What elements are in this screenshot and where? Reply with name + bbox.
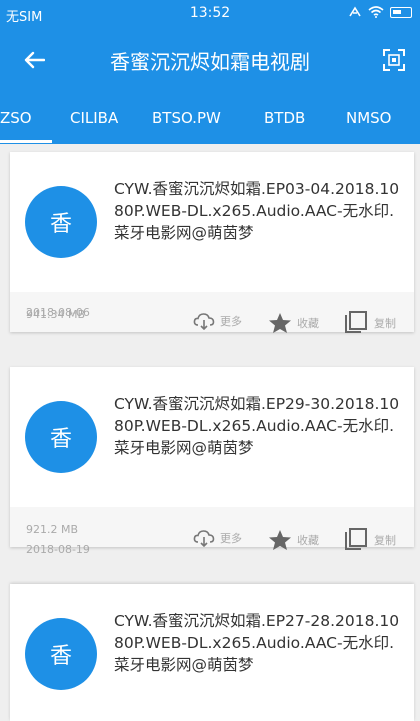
result-title[interactable]: CYW.香蜜沉沉烬如霜.EP29-30.2018.1080P.WEB-DL.x2… — [114, 393, 404, 459]
result-card[interactable]: 香 CYW.香蜜沉沉烬如霜.EP29-30.2018.1080P.WEB-DL.… — [10, 367, 414, 547]
more-button[interactable]: 更多 — [193, 529, 242, 547]
battery-icon — [390, 6, 412, 18]
favorite-label: 收藏 — [297, 317, 319, 330]
more-label: 更多 — [220, 315, 242, 328]
favorite-button[interactable]: 收藏 — [268, 312, 319, 334]
status-icons — [348, 6, 412, 18]
copy-icon — [345, 528, 367, 550]
result-card[interactable]: 香 CYW.香蜜沉沉烬如霜.EP27-28.2018.1080P.WEB-DL.… — [10, 584, 414, 721]
avatar: 香 — [25, 401, 97, 473]
page-title: 香蜜沉沉烬如霜电视剧 — [110, 50, 310, 74]
cloud-download-icon — [193, 530, 215, 547]
copy-label: 复制 — [374, 534, 396, 547]
star-icon — [269, 530, 291, 550]
result-title[interactable]: CYW.香蜜沉沉烬如霜.EP03-04.2018.1080P.WEB-DL.x2… — [114, 178, 404, 244]
file-date: 2018-08-06 — [26, 306, 90, 319]
favorite-label: 收藏 — [297, 534, 319, 547]
tab-zso[interactable]: ZSO — [0, 109, 32, 127]
tab-nmso[interactable]: NMSO — [346, 109, 392, 127]
file-date: 2018-08-19 — [26, 543, 90, 556]
qr-scan-icon — [383, 49, 405, 71]
scan-button[interactable] — [380, 46, 408, 74]
avatar: 香 — [25, 618, 97, 690]
more-button[interactable]: 更多 — [193, 312, 242, 330]
cloud-download-icon — [193, 313, 215, 330]
source-tab-bar: ZSO CILIBA BTSO.PW BTDB NMSO — [0, 92, 420, 144]
result-card[interactable]: 香 CYW.香蜜沉沉烬如霜.EP03-04.2018.1080P.WEB-DL.… — [10, 152, 414, 332]
tab-ciliba[interactable]: CILIBA — [70, 109, 118, 127]
wifi-icon — [368, 6, 384, 18]
tab-btso-pw[interactable]: BTSO.PW — [152, 109, 221, 127]
star-icon — [269, 313, 291, 333]
result-title[interactable]: CYW.香蜜沉沉烬如霜.EP27-28.2018.1080P.WEB-DL.x2… — [114, 610, 404, 676]
active-tab-indicator — [0, 140, 52, 143]
alarm-icon — [349, 6, 361, 17]
status-bar: 无SIM 13:52 — [0, 0, 420, 28]
app-bar: 香蜜沉沉烬如霜电视剧 — [0, 28, 420, 92]
copy-button[interactable]: 复制 — [343, 527, 396, 553]
file-size: 921.2 MB — [26, 523, 79, 536]
copy-button[interactable]: 复制 — [343, 310, 396, 336]
more-label: 更多 — [220, 532, 242, 545]
copy-icon — [345, 311, 367, 333]
avatar: 香 — [25, 186, 97, 258]
copy-label: 复制 — [374, 317, 396, 330]
favorite-button[interactable]: 收藏 — [268, 529, 319, 551]
tab-btdb[interactable]: BTDB — [264, 109, 305, 127]
